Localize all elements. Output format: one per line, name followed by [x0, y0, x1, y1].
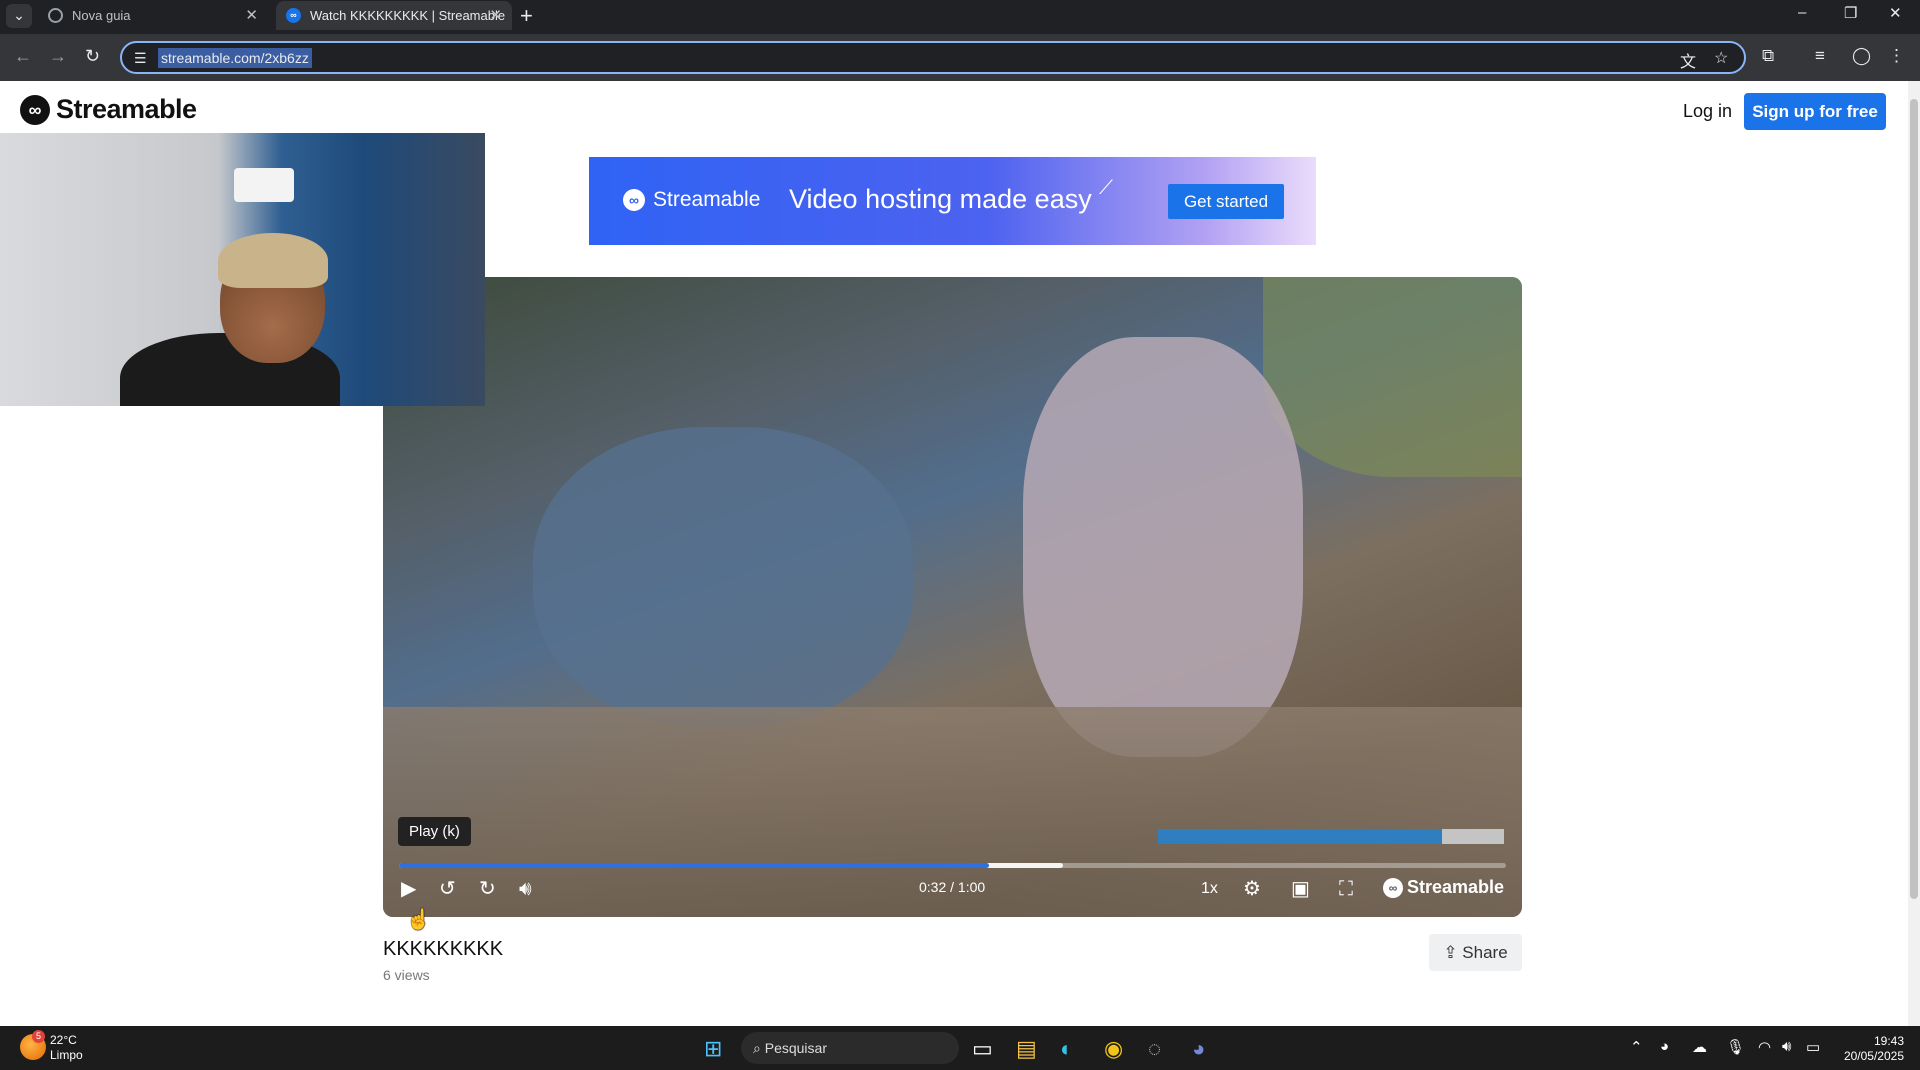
played-bar — [399, 863, 990, 868]
webcam-person — [218, 233, 328, 288]
tab-streamable[interactable]: ∞ Watch KKKKKKKKK | Streamable ✕ — [276, 1, 512, 30]
mouse-cursor-icon: ☝ — [406, 909, 431, 931]
tab-title: Nova guia — [72, 8, 131, 23]
site-logo[interactable]: ∞ Streamable — [20, 94, 197, 125]
clock-time: 19:43 — [1873, 1034, 1904, 1048]
search-icon: ⌕ — [753, 1040, 765, 1056]
streamable-logo-icon: ∞ — [20, 94, 50, 125]
share-label: Share — [1462, 943, 1508, 962]
streamable-logo-icon: ∞ — [623, 189, 645, 212]
browser-tabstrip: ⌄ Nova guia ✕ ∞ Watch KKKKKKKKK | Stream… — [0, 0, 1920, 34]
video-frame-region — [1023, 337, 1303, 757]
search-placeholder: Pesquisar — [764, 1040, 827, 1056]
media-controls-icon[interactable]: ≡ — [1815, 46, 1825, 66]
signup-button[interactable]: Sign up for free — [1744, 93, 1886, 130]
settings-gear-icon[interactable]: ⚙ — [1243, 877, 1261, 901]
share-icon: ⇪ — [1443, 943, 1463, 962]
seek-bar[interactable] — [399, 863, 1506, 868]
weather-badge: 5 — [32, 1030, 45, 1043]
weather-temp: 22°C — [50, 1033, 77, 1047]
video-player[interactable]: Play (k) ▶ ↺ ↻ 🔊︎ 0:32 / 1:00 1x ⚙ ▣ ⛶ ∞… — [383, 277, 1522, 917]
login-link[interactable]: Log in — [1683, 101, 1732, 122]
tab-title: Watch KKKKKKKKK | Streamable — [310, 8, 506, 23]
globe-icon — [48, 8, 63, 23]
time-display: 0:32 / 1:00 — [919, 879, 986, 895]
microphone-icon[interactable]: 🎙︎ — [1726, 1038, 1745, 1056]
back-icon[interactable]: ← — [14, 46, 32, 67]
banner-tagline: Video hosting made easy — [789, 184, 1092, 214]
get-started-button[interactable]: Get started — [1168, 184, 1284, 219]
weather-widget[interactable]: 22°C Limpo — [50, 1033, 83, 1063]
edge-icon[interactable]: ◐ — [1060, 1036, 1073, 1062]
close-window-button[interactable]: ✕ — [1889, 4, 1902, 22]
discord-icon[interactable]: ◕ — [1192, 1036, 1205, 1062]
tray-overflow-icon[interactable]: ⌃ — [1630, 1038, 1643, 1056]
watermark-text: Streamable — [1407, 877, 1505, 897]
video-title: KKKKKKKKK — [383, 938, 504, 960]
tab-close-icon[interactable]: ✕ — [245, 6, 258, 24]
page-content: ∞ Streamable Log in Sign up for free ∞ St… — [0, 81, 1908, 1026]
discord-tray-icon[interactable]: ◕ — [1660, 1038, 1669, 1055]
scrollbar-thumb[interactable] — [1910, 99, 1918, 899]
video-frame-region — [1263, 277, 1522, 477]
browser-toolbar: ← → ↻ ☰ streamable.com/2xb6zz 文 ☆ ⧉ ≡ ◯ … — [0, 34, 1920, 81]
url-text[interactable]: streamable.com/2xb6zz — [158, 48, 312, 68]
webcam-background — [234, 168, 294, 202]
playback-speed-button[interactable]: 1x — [1201, 877, 1218, 901]
reload-icon[interactable]: ↻ — [85, 46, 100, 67]
volume-icon[interactable]: 🔊︎ — [519, 877, 532, 901]
logo-text: Streamable — [56, 94, 197, 124]
onedrive-icon[interactable]: ☁ — [1692, 1038, 1707, 1056]
restore-button[interactable]: ❐ — [1844, 4, 1857, 22]
wifi-icon[interactable]: ◠ — [1758, 1038, 1771, 1056]
tab-close-icon[interactable]: ✕ — [489, 6, 502, 24]
weather-desc: Limpo — [50, 1048, 83, 1062]
video-embedded-bar — [1442, 829, 1504, 844]
forward-10-icon[interactable]: ↻ — [479, 877, 496, 901]
tab-search-chevron-icon[interactable]: ⌄ — [6, 4, 32, 28]
promo-banner[interactable]: ∞ Streamable Video hosting made easy ⟋ Ge… — [589, 157, 1316, 245]
streamable-favicon-icon: ∞ — [286, 8, 301, 23]
play-icon[interactable]: ▶ — [401, 877, 416, 901]
player-watermark[interactable]: ∞ Streamable — [1383, 877, 1505, 899]
taskbar-search[interactable]: ⌕ Pesquisar — [741, 1032, 959, 1064]
view-count: 6 views — [383, 967, 430, 983]
translate-icon[interactable]: 文 — [1680, 48, 1696, 72]
webcam-overlay — [0, 133, 485, 406]
app-icon[interactable]: ◌ — [1148, 1036, 1161, 1062]
banner-logo: ∞ Streamable — [623, 188, 760, 212]
task-view-icon[interactable]: ▭ — [972, 1036, 993, 1062]
picture-in-picture-icon[interactable]: ▣ — [1291, 877, 1310, 901]
banner-brand: Streamable — [653, 188, 761, 211]
system-clock[interactable]: 19:43 20/05/2025 — [1840, 1034, 1904, 1064]
tab-nova-guia[interactable]: Nova guia ✕ — [38, 1, 268, 30]
file-explorer-icon[interactable]: ▤ — [1016, 1036, 1037, 1062]
new-tab-button[interactable]: + — [520, 3, 533, 29]
windows-start-icon[interactable]: ⊞ — [704, 1036, 722, 1062]
video-frame-region — [533, 427, 913, 727]
sparkle-icon: ⟋ — [1099, 177, 1113, 199]
streamable-logo-icon: ∞ — [1383, 878, 1403, 899]
site-info-icon[interactable]: ☰ — [134, 50, 147, 67]
rewind-10-icon[interactable]: ↺ — [439, 877, 456, 901]
windows-taskbar: 5 22°C Limpo ⊞ ⌕ Pesquisar ▭ ▤ ◐ ◉ ◌ ◕ ⌃… — [0, 1026, 1920, 1070]
address-bar[interactable]: ☰ streamable.com/2xb6zz 文 ☆ — [120, 41, 1746, 74]
fullscreen-icon[interactable]: ⛶ — [1339, 877, 1353, 901]
extensions-icon[interactable]: ⧉ — [1762, 46, 1774, 66]
forward-icon[interactable]: → — [49, 46, 67, 67]
bookmark-star-icon[interactable]: ☆ — [1714, 48, 1728, 68]
profile-icon[interactable]: ◯ — [1852, 46, 1871, 66]
clock-date: 20/05/2025 — [1843, 1049, 1904, 1063]
menu-kebab-icon[interactable]: ⋮ — [1888, 46, 1905, 66]
page-scrollbar[interactable] — [1908, 81, 1920, 1026]
play-tooltip: Play (k) — [398, 817, 471, 846]
chrome-icon[interactable]: ◉ — [1104, 1036, 1123, 1062]
share-button[interactable]: ⇪ Share — [1429, 934, 1522, 971]
battery-icon[interactable]: ▭ — [1806, 1038, 1820, 1056]
minimize-button[interactable]: – — [1798, 4, 1806, 21]
volume-tray-icon[interactable]: 🔊︎ — [1782, 1038, 1791, 1055]
